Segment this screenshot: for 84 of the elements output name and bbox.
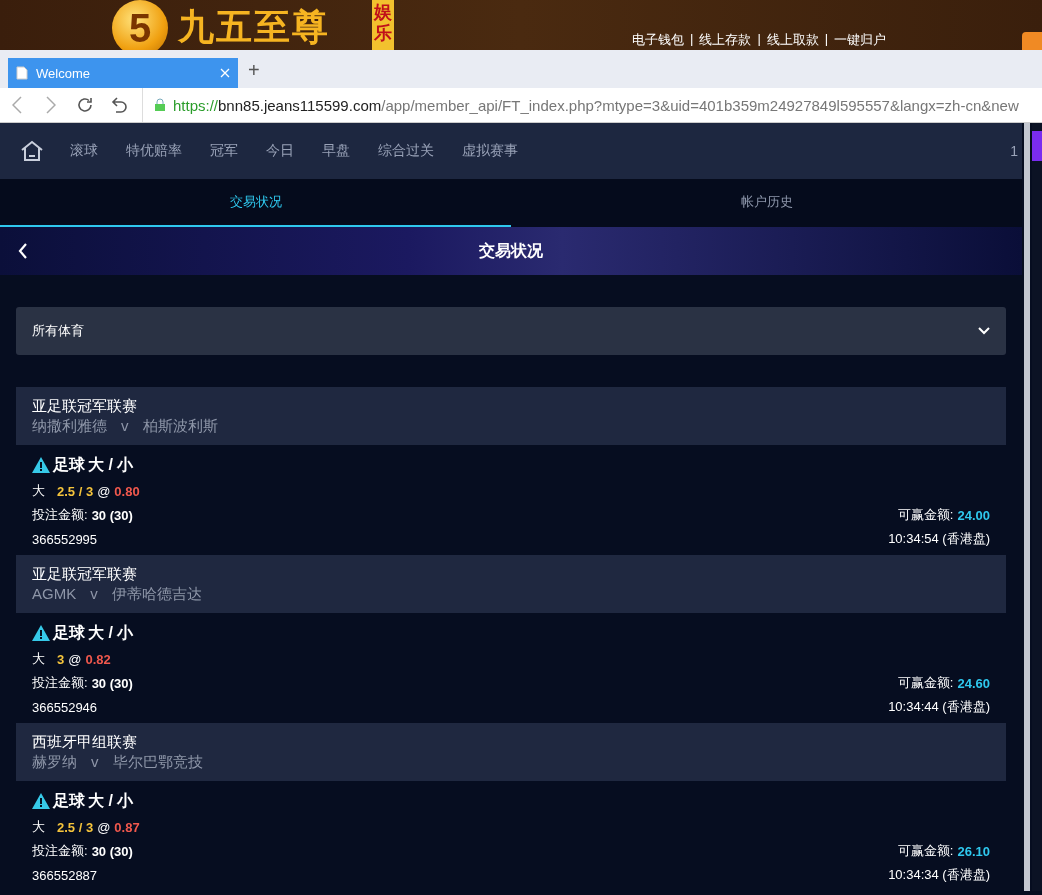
at-sign: @ — [97, 483, 111, 499]
win-value: 26.10 — [957, 843, 990, 859]
sport-dropdown[interactable]: 所有体育 — [16, 307, 1006, 355]
league-name: 西班牙甲组联赛 — [32, 733, 138, 751]
new-tab-button[interactable]: + — [248, 59, 260, 82]
nav-item[interactable]: 综合过关 — [378, 142, 434, 160]
reload-icon[interactable] — [76, 96, 94, 114]
win-label: 可赢金额: — [897, 674, 954, 692]
bet-time: 10:34:44 (香港盘) — [888, 698, 990, 716]
url-field[interactable]: https://bnn85.jeans115599.com/app/member_api/FT_index.php?mtype=3&uid=401b359m24927849l595557&langx=zh-cn&new — [142, 88, 1042, 122]
team-name: 赫罗纳 — [32, 752, 77, 771]
bet-time: 10:34:54 (香港盘) — [888, 530, 990, 548]
scrollbar[interactable] — [1024, 123, 1030, 891]
warning-icon — [32, 625, 50, 641]
nav-item[interactable]: 特优赔率 — [126, 142, 182, 160]
sport-name: 足球 — [53, 454, 85, 475]
separator: | — [757, 31, 761, 48]
win-value: 24.60 — [957, 675, 990, 691]
nav-item[interactable]: 虚拟赛事 — [462, 142, 518, 160]
nav-item[interactable]: 今日 — [266, 142, 294, 160]
league-name: 亚足联冠军联赛 — [32, 397, 138, 415]
sport-name: 足球 — [53, 790, 85, 811]
separator: | — [690, 31, 694, 48]
warning-icon — [32, 793, 50, 809]
lock-icon — [153, 98, 167, 112]
market-name: 大 / 小 — [88, 454, 134, 475]
handicap-line: 3 — [57, 651, 65, 667]
odds-value: 0.82 — [85, 651, 111, 667]
win-label: 可赢金额: — [897, 506, 954, 524]
stake-label: 投注金额: — [32, 506, 88, 524]
separator: | — [824, 31, 829, 48]
close-icon[interactable] — [220, 68, 230, 78]
bet-time: 10:34:34 (香港盘) — [888, 866, 990, 884]
versus-text: v — [91, 752, 99, 771]
league-name: 亚足联冠军联赛 — [32, 565, 138, 583]
forward-icon[interactable] — [46, 96, 56, 114]
stake-value: 30 (30) — [91, 675, 133, 691]
market-name: 大 / 小 — [88, 622, 134, 643]
team-name: 柏斯波利斯 — [142, 416, 218, 435]
at-sign: @ — [97, 819, 111, 835]
pick-text: 大 — [32, 818, 45, 836]
ticket-number: 366552995 — [32, 531, 98, 547]
win-value: 24.00 — [957, 507, 990, 523]
odds-value: 0.80 — [114, 483, 140, 499]
pick-text: 大 — [32, 650, 45, 668]
logo-badge: 娱乐 — [372, 0, 394, 50]
page-title: 交易状况 — [479, 240, 543, 261]
banner-link[interactable]: 线上取款 — [766, 31, 819, 49]
handicap-line: 2.5 / 3 — [57, 483, 94, 499]
nav-text: 1 — [1010, 143, 1018, 159]
stake-value: 30 (30) — [91, 507, 133, 523]
team-name: AGMK — [32, 584, 77, 603]
stake-value: 30 (30) — [91, 843, 133, 859]
stake-label: 投注金额: — [32, 842, 88, 860]
odds-value: 0.87 — [114, 819, 140, 835]
market-name: 大 / 小 — [88, 790, 134, 811]
banner-link[interactable]: 线上存款 — [699, 31, 752, 49]
tab[interactable]: 帐户历史 — [511, 179, 1022, 227]
handicap-line: 2.5 / 3 — [57, 819, 94, 835]
sport-name: 足球 — [53, 622, 85, 643]
page-icon — [16, 66, 28, 80]
undo-icon[interactable] — [110, 96, 128, 114]
chevron-down-icon — [978, 327, 990, 335]
team-name: 伊蒂哈德吉达 — [111, 584, 202, 603]
nav-item[interactable]: 早盘 — [322, 142, 350, 160]
ticket-number: 366552887 — [32, 867, 98, 883]
home-icon[interactable] — [20, 140, 44, 162]
nav-item[interactable]: 冠军 — [210, 142, 238, 160]
ticket-number: 366552946 — [32, 699, 98, 715]
banner-link[interactable]: 一键归户 — [834, 31, 887, 49]
banner-link[interactable]: 电子钱包 — [632, 31, 684, 49]
versus-text: v — [90, 584, 98, 603]
team-name: 纳撒利雅德 — [32, 416, 107, 435]
warning-icon — [32, 457, 50, 473]
pick-text: 大 — [32, 482, 45, 500]
stake-label: 投注金额: — [32, 674, 88, 692]
logo-text: 九五至尊 — [178, 4, 330, 48]
tab-title: Welcome — [36, 65, 91, 81]
at-sign: @ — [68, 651, 82, 667]
versus-text: v — [121, 416, 129, 435]
nav-item[interactable]: 滚球 — [70, 142, 98, 160]
logo-mark: 5 — [112, 0, 168, 50]
team-name: 毕尔巴鄂竞技 — [112, 752, 203, 771]
win-label: 可赢金额: — [897, 842, 954, 860]
